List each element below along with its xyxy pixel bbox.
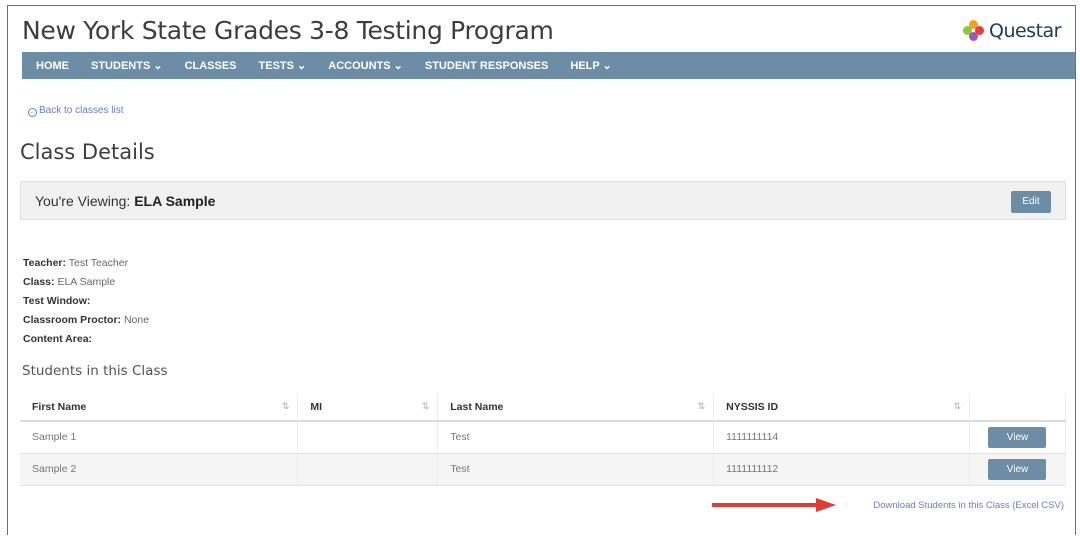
nav-tests[interactable]: TESTS ⌄ [259,59,307,72]
cell-first-name: Sample 1 [20,421,299,454]
students-section-title: Students in this Class [22,363,168,379]
class-name: ELA Sample [134,193,216,209]
detail-content-area: Content Area: [23,333,93,345]
page-title: Class Details [20,140,155,164]
nav-student-responses[interactable]: STUDENT RESPONSES [425,60,548,72]
sort-icon[interactable]: ⇅ [422,401,430,412]
col-nyssis-id[interactable]: NYSSIS ID ⇅ [713,393,970,422]
sort-icon[interactable]: ⇅ [282,401,290,412]
cell-nyssis-id: 1111111112 [713,453,970,486]
red-arrow-annotation [712,498,836,512]
cell-mi [297,453,439,486]
cell-last-name: Test [437,421,715,454]
view-button[interactable]: View [988,426,1047,448]
viewing-prefix: You're Viewing: [35,193,131,209]
nav-home[interactable]: HOME [36,60,69,72]
cell-first-name: Sample 2 [20,453,299,486]
cell-last-name: Test [437,453,715,486]
sort-icon[interactable]: ⇅ [698,401,706,412]
col-last-name[interactable]: Last Name ⇅ [437,393,715,422]
col-mi[interactable]: MI ⇅ [297,393,439,422]
back-circle-icon: ← [28,108,37,117]
back-to-classes-link[interactable]: ← Back to classes list [28,105,123,117]
main-nav: HOME STUDENTS ⌄ CLASSES TESTS ⌄ ACCOUNTS… [22,52,1075,79]
questar-logo-icon [963,20,985,42]
students-table: First Name ⇅ MI ⇅ Last Name ⇅ NYSSIS ID ⇅ Sa… [20,393,1067,486]
detail-teacher: Teacher: Test Teacher [23,257,129,269]
logo-text: Questar [989,20,1062,42]
table-header-row: First Name ⇅ MI ⇅ Last Name ⇅ NYSSIS ID ⇅ [20,393,1067,422]
cell-nyssis-id: 1111111114 [713,421,970,454]
nav-accounts[interactable]: ACCOUNTS ⌄ [328,59,403,72]
detail-class: Class: ELA Sample [23,276,116,288]
view-button[interactable]: View [988,458,1047,480]
col-first-name[interactable]: First Name ⇅ [20,393,299,422]
table-row: Sample 2 Test 1111111112 View [20,453,1067,486]
download-students-csv-link[interactable]: Download Students in this Class (Excel C… [873,500,1064,511]
detail-classroom-proctor: Classroom Proctor: None [23,314,150,326]
sort-icon[interactable]: ⇅ [953,401,961,412]
viewing-bar: You're Viewing: ELA Sample Edit [20,181,1066,220]
detail-test-window: Test Window: [23,295,91,307]
back-link-label: Back to classes list [39,105,124,116]
nav-students[interactable]: STUDENTS ⌄ [91,59,163,72]
edit-button[interactable]: Edit [1011,191,1051,213]
nav-classes[interactable]: CLASSES [185,60,237,72]
class-details: Teacher: Test Teacher Class: ELA Sample … [23,254,149,349]
table-row: Sample 1 Test 1111111114 View [20,421,1067,454]
questar-logo: Questar [963,20,1062,42]
nav-help[interactable]: HELP ⌄ [570,59,611,72]
col-actions [969,393,1067,422]
app-title: New York State Grades 3-8 Testing Progra… [22,16,554,45]
cell-mi [297,421,439,454]
viewing-label: You're Viewing: ELA Sample [35,193,215,209]
